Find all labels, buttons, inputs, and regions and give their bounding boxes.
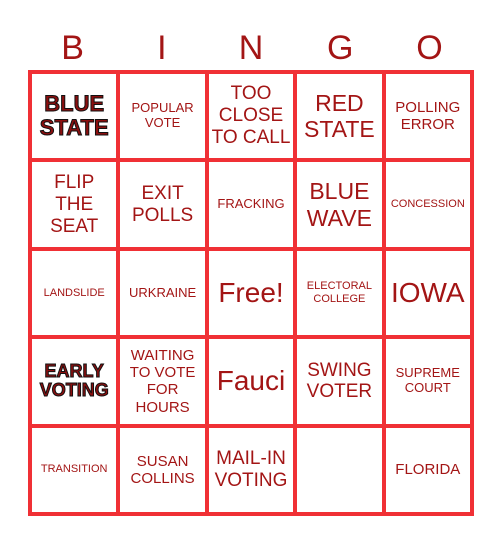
bingo-cell[interactable]: RED STATE bbox=[297, 74, 382, 159]
bingo-cell[interactable]: SUPREME COURT bbox=[385, 339, 470, 424]
bingo-card-grid: BLUE STATE POPULAR VOTE TOO CLOSE TO CALL R… bbox=[28, 70, 474, 516]
bingo-cell[interactable]: EXIT POLLS bbox=[120, 162, 205, 247]
bingo-cell[interactable]: WAITING TO VOTE FOR HOURS bbox=[120, 339, 205, 424]
bingo-cell[interactable]: IOWA bbox=[385, 250, 470, 336]
bingo-cell[interactable]: POLLING ERROR bbox=[385, 74, 470, 159]
bingo-cell[interactable]: Free! bbox=[208, 250, 294, 336]
bingo-header: B I N G O bbox=[28, 28, 474, 68]
bingo-cell[interactable]: ELECTORAL COLLEGE bbox=[297, 250, 382, 336]
bingo-cell[interactable]: TOO CLOSE TO CALL bbox=[208, 74, 294, 159]
bingo-cell[interactable] bbox=[297, 427, 382, 512]
bingo-cell[interactable]: BLUE STATE bbox=[32, 74, 117, 159]
bingo-cell[interactable]: EARLY VOTING bbox=[32, 339, 117, 424]
bingo-cell[interactable]: TRANSITION bbox=[32, 427, 117, 512]
bingo-cell[interactable]: BLUE WAVE bbox=[297, 162, 382, 247]
bingo-cell[interactable]: FLORIDA bbox=[385, 427, 470, 512]
bingo-cell[interactable]: SWING VOTER bbox=[297, 339, 382, 424]
header-letter-i: I bbox=[157, 29, 167, 67]
bingo-cell[interactable]: POPULAR VOTE bbox=[120, 74, 205, 159]
header-letter-o: O bbox=[416, 29, 443, 67]
bingo-cell[interactable]: Fauci bbox=[208, 339, 294, 424]
header-letter-b: B bbox=[61, 29, 84, 67]
bingo-cell[interactable]: SUSAN COLLINS bbox=[120, 427, 205, 512]
bingo-cell[interactable]: LANDSLIDE bbox=[32, 250, 117, 336]
bingo-cell[interactable]: URKRAINE bbox=[120, 250, 205, 336]
bingo-cell[interactable]: FLIP THE SEAT bbox=[32, 162, 117, 247]
bingo-cell[interactable]: MAIL-IN VOTING bbox=[208, 427, 294, 512]
header-letter-n: N bbox=[238, 29, 264, 67]
header-letter-g: G bbox=[326, 29, 354, 67]
bingo-cell[interactable]: FRACKING bbox=[208, 162, 294, 247]
bingo-cell[interactable]: CONCESSION bbox=[385, 162, 470, 247]
